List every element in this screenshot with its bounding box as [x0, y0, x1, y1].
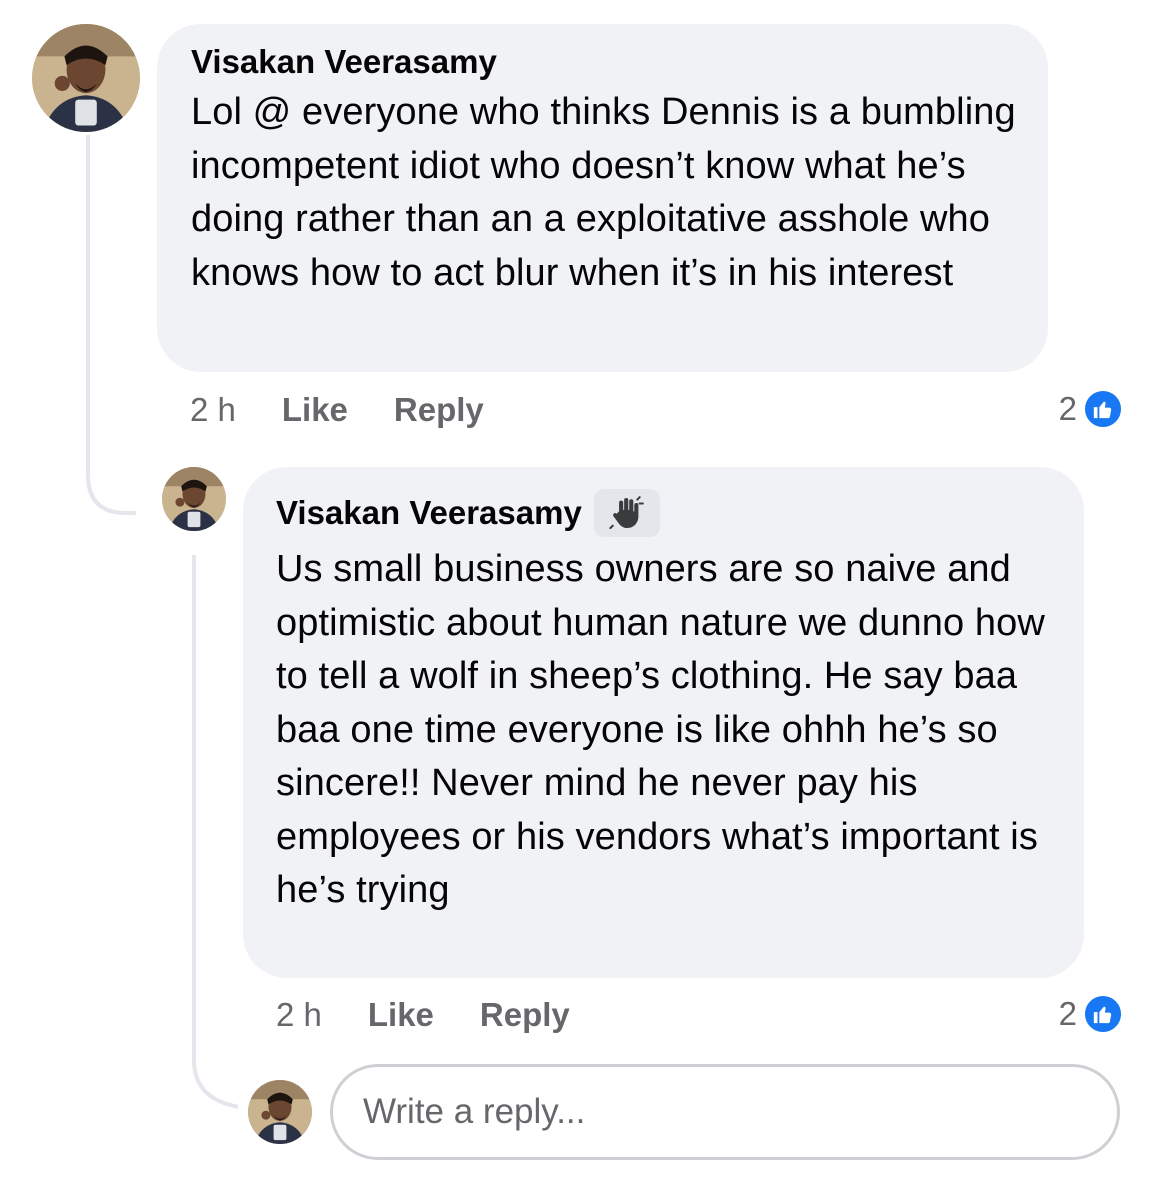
reply-button[interactable]: Reply	[394, 391, 484, 429]
comment-text: Lol @ everyone who thinks Dennis is a bu…	[191, 91, 1016, 294]
avatar[interactable]	[162, 467, 226, 531]
comment-timestamp[interactable]: 2 h	[190, 391, 236, 429]
thumbs-up-icon	[1083, 389, 1123, 429]
reply-button[interactable]: Reply	[480, 996, 570, 1034]
comment-author[interactable]: Visakan Veerasamy	[276, 495, 582, 531]
comment-bubble: Visakan Veerasamy Lol @ everyone who thi…	[157, 24, 1048, 372]
reaction-summary[interactable]: 2	[1059, 992, 1123, 1036]
thumbs-up-icon	[1083, 994, 1123, 1034]
comment-actions: 2 h Like Reply	[190, 390, 530, 430]
comment-text: Us small business owners are so naive an…	[276, 548, 1045, 911]
comment-author[interactable]: Visakan Veerasamy	[191, 44, 1018, 80]
like-button[interactable]: Like	[282, 391, 348, 429]
comment-bubble: Visakan Veerasamy Us small business owne…	[243, 467, 1084, 978]
comment-author-row: Visakan Veerasamy	[276, 489, 1060, 537]
avatar[interactable]	[248, 1080, 312, 1144]
like-button[interactable]: Like	[368, 996, 434, 1034]
reply-input-placeholder: Write a reply...	[363, 1092, 586, 1131]
reaction-summary[interactable]: 2	[1059, 387, 1123, 431]
avatar[interactable]	[32, 24, 140, 132]
reply-input[interactable]: Write a reply...	[330, 1064, 1120, 1160]
reaction-count: 2	[1058, 995, 1077, 1032]
comment-actions: 2 h Like Reply	[276, 995, 616, 1035]
waving-hand-icon[interactable]	[593, 489, 660, 537]
comment-timestamp[interactable]: 2 h	[276, 996, 322, 1034]
reply-connector-line	[192, 555, 239, 1109]
reaction-count: 2	[1058, 390, 1077, 427]
